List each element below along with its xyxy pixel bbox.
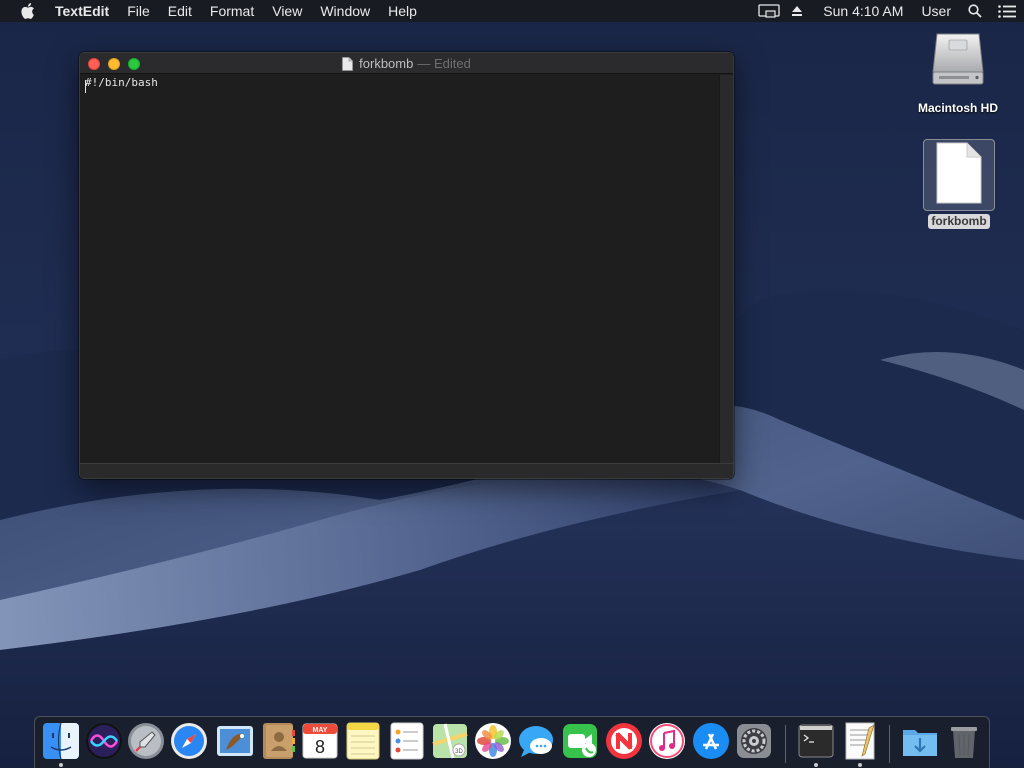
maps-icon: 3D <box>432 723 468 759</box>
dock-item-app-store[interactable] <box>692 722 730 760</box>
safari-icon <box>171 723 207 759</box>
window-title: forkbomb — Edited <box>80 53 733 74</box>
notes-icon <box>346 722 380 760</box>
apple-logo-icon[interactable] <box>17 0 39 22</box>
running-indicator <box>59 763 63 767</box>
window-title-text: forkbomb <box>359 56 414 71</box>
contacts-icon <box>263 723 295 759</box>
photos-icon <box>475 723 511 759</box>
display-mirroring-icon[interactable] <box>755 0 783 22</box>
svg-text:MAY: MAY <box>313 727 328 734</box>
document-line: #!/bin/bash <box>85 76 158 89</box>
vertical-scrollbar[interactable] <box>719 75 733 465</box>
desktop-icon-macintosh-hd[interactable]: Macintosh HD <box>910 28 1006 115</box>
menu-edit[interactable]: Edit <box>159 0 201 22</box>
hard-drive-icon <box>927 28 989 95</box>
calendar-icon: MAY 8 <box>302 723 338 759</box>
running-indicator <box>814 763 818 767</box>
dock-item-messages[interactable] <box>517 722 555 760</box>
launchpad-icon <box>128 723 164 759</box>
dock-item-contacts[interactable] <box>259 722 297 760</box>
menu-view[interactable]: View <box>263 0 311 22</box>
dock-item-news[interactable] <box>605 722 643 760</box>
menu-bar: TextEdit File Edit Format View Window He… <box>0 0 1024 22</box>
dock-item-maps[interactable]: 3D <box>431 722 469 760</box>
dock-item-mail[interactable] <box>216 722 254 760</box>
edited-indicator: — Edited <box>417 56 471 71</box>
mail-icon <box>217 726 253 756</box>
menu-user[interactable]: User <box>912 0 960 22</box>
dock-item-reminders[interactable] <box>388 722 426 760</box>
menu-file[interactable]: File <box>118 0 159 22</box>
dock-item-itunes[interactable] <box>648 722 686 760</box>
dock-item-safari[interactable] <box>170 722 208 760</box>
menu-help[interactable]: Help <box>379 0 426 22</box>
system-preferences-icon <box>737 724 771 758</box>
dock-item-terminal[interactable] <box>797 722 835 760</box>
document-proxy-icon[interactable] <box>342 56 354 71</box>
dock-item-downloads-folder[interactable] <box>901 722 939 760</box>
horizontal-scrollbar[interactable] <box>80 463 733 478</box>
dock-item-siri[interactable] <box>85 722 123 760</box>
textedit-window[interactable]: forkbomb — Edited #!/bin/bash <box>79 52 734 479</box>
dock-separator <box>889 725 890 763</box>
window-titlebar[interactable]: forkbomb — Edited <box>80 53 733 74</box>
terminal-icon <box>798 724 834 758</box>
running-indicator <box>858 763 862 767</box>
messages-icon <box>519 726 553 757</box>
dock-item-trash[interactable] <box>945 722 983 760</box>
notification-center-icon[interactable] <box>990 0 1024 22</box>
dock-item-system-preferences[interactable] <box>735 722 773 760</box>
text-document-icon <box>935 142 983 209</box>
siri-icon <box>86 723 122 759</box>
downloads-folder-icon <box>903 730 937 756</box>
dock: MAY 8 3D <box>34 716 990 768</box>
news-icon <box>606 723 642 759</box>
dock-item-finder[interactable] <box>42 722 80 760</box>
app-store-icon <box>693 723 729 759</box>
menu-format[interactable]: Format <box>201 0 263 22</box>
dock-item-notes[interactable] <box>344 722 382 760</box>
desktop-icon-label: Macintosh HD <box>917 101 998 115</box>
desktop-icon-forkbomb[interactable]: forkbomb <box>922 139 996 229</box>
dock-item-facetime[interactable] <box>561 722 599 760</box>
reminders-icon <box>390 722 424 760</box>
textedit-icon <box>845 722 875 760</box>
dock-separator <box>785 725 786 763</box>
search-icon[interactable] <box>960 0 990 22</box>
menu-clock[interactable]: Sun 4:10 AM <box>811 0 912 22</box>
svg-text:8: 8 <box>315 737 325 757</box>
eject-icon[interactable] <box>783 0 811 22</box>
dock-item-calendar[interactable]: MAY 8 <box>301 722 339 760</box>
menu-app-name[interactable]: TextEdit <box>53 0 118 22</box>
dock-item-photos[interactable] <box>474 722 512 760</box>
itunes-icon <box>649 723 685 759</box>
selection-highlight <box>923 139 995 211</box>
menu-window[interactable]: Window <box>311 0 379 22</box>
text-cursor <box>85 80 86 93</box>
svg-text:3D: 3D <box>455 749 463 755</box>
document-text-area[interactable]: #!/bin/bash <box>80 75 721 465</box>
dock-item-textedit[interactable] <box>841 722 879 760</box>
finder-icon <box>43 722 79 760</box>
dock-item-launchpad[interactable] <box>127 722 165 760</box>
trash-icon <box>951 727 977 758</box>
facetime-icon <box>563 724 597 758</box>
desktop-icon-label: forkbomb <box>928 214 990 229</box>
